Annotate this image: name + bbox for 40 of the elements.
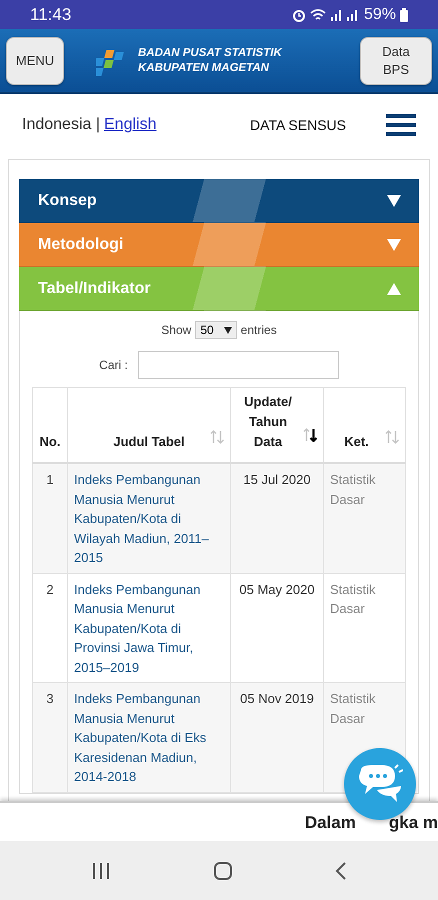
battery-icon: [400, 8, 408, 22]
signal-icon: [330, 8, 342, 22]
update-date: 15 Jul 2020: [242, 471, 312, 489]
row-number: 2: [45, 580, 55, 598]
alarm-icon: [292, 8, 306, 22]
menu-icon[interactable]: [386, 114, 416, 136]
caret-icon: [224, 326, 232, 334]
entries-select[interactable]: 50: [195, 321, 237, 339]
logo-text: KABUPATEN MAGETAN: [138, 60, 270, 76]
section-link[interactable]: DATA SENSUS: [250, 117, 346, 133]
chat-icon: [357, 764, 403, 804]
caret-icon: [387, 194, 401, 208]
search-field[interactable]: [138, 351, 339, 379]
search-label: Cari :: [99, 358, 128, 372]
logo-text: BADAN PUSAT STATISTIK: [138, 46, 282, 60]
entries-label: entries: [240, 323, 277, 337]
ticker-text: gka m: [388, 813, 438, 833]
language-link[interactable]: English: [104, 116, 156, 134]
caret-icon: [387, 282, 401, 296]
signal-icon: [346, 8, 358, 22]
battery-percent: 59%: [364, 6, 396, 24]
data-button[interactable]: Data BPS: [360, 36, 432, 84]
accordion-header[interactable]: Konsep: [19, 179, 419, 223]
wifi-icon: [310, 8, 326, 22]
update-date: 05 Nov 2019: [239, 690, 315, 708]
category-text: Statistik Dasar: [330, 580, 377, 618]
clock-time: 11:43: [30, 4, 72, 24]
menu-button[interactable]: MENU: [6, 36, 64, 84]
row-number: 3: [45, 690, 55, 708]
back-icon[interactable]: [335, 862, 347, 880]
update-date: 05 May 2020: [238, 580, 316, 599]
row-number: 1: [45, 471, 55, 489]
category-text: Statistik Dasar: [330, 690, 377, 728]
ticker-text: Dalam: [304, 813, 356, 833]
show-label: Show: [161, 323, 192, 337]
category-text: Statistik Dasar: [330, 471, 377, 508]
home-icon[interactable]: [213, 860, 233, 880]
language-label: Indonesia |: [22, 116, 100, 134]
caret-icon: [387, 238, 401, 252]
recent-apps-icon[interactable]: [91, 862, 111, 880]
